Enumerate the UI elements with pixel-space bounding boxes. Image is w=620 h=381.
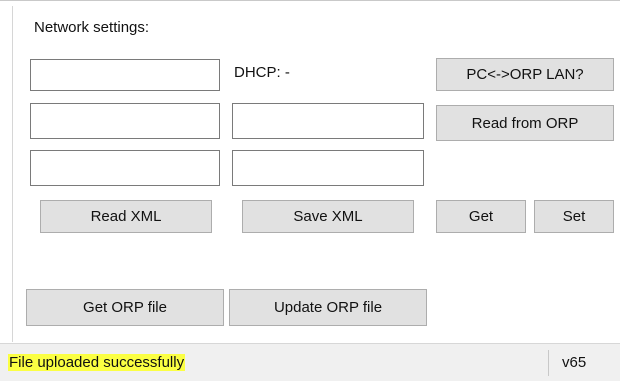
network-field-row2-right[interactable] [232,103,424,139]
dhcp-status-label: DHCP: - [234,64,290,81]
get-button[interactable]: Get [436,200,526,233]
status-separator [548,350,549,376]
read-from-orp-button[interactable]: Read from ORP [436,105,614,141]
read-xml-button[interactable]: Read XML [40,200,212,233]
get-orp-file-button[interactable]: Get ORP file [26,289,224,326]
set-button[interactable]: Set [534,200,614,233]
network-settings-title: Network settings: [34,19,150,36]
status-message: File uploaded successfully [8,354,186,371]
version-label: v65 [562,354,587,371]
network-field-row1-left[interactable] [30,59,220,91]
update-orp-file-button[interactable]: Update ORP file [229,289,427,326]
app-window: Network settings: DHCP: - PC<->ORP LAN? … [0,0,620,381]
network-field-row3-right[interactable] [232,150,424,186]
status-bar: File uploaded successfully v65 [0,343,620,381]
pc-orp-lan-button[interactable]: PC<->ORP LAN? [436,58,614,91]
window-top-border [0,0,620,1]
network-field-row2-left[interactable] [30,103,220,139]
save-xml-button[interactable]: Save XML [242,200,414,233]
network-field-row3-left[interactable] [30,150,220,186]
